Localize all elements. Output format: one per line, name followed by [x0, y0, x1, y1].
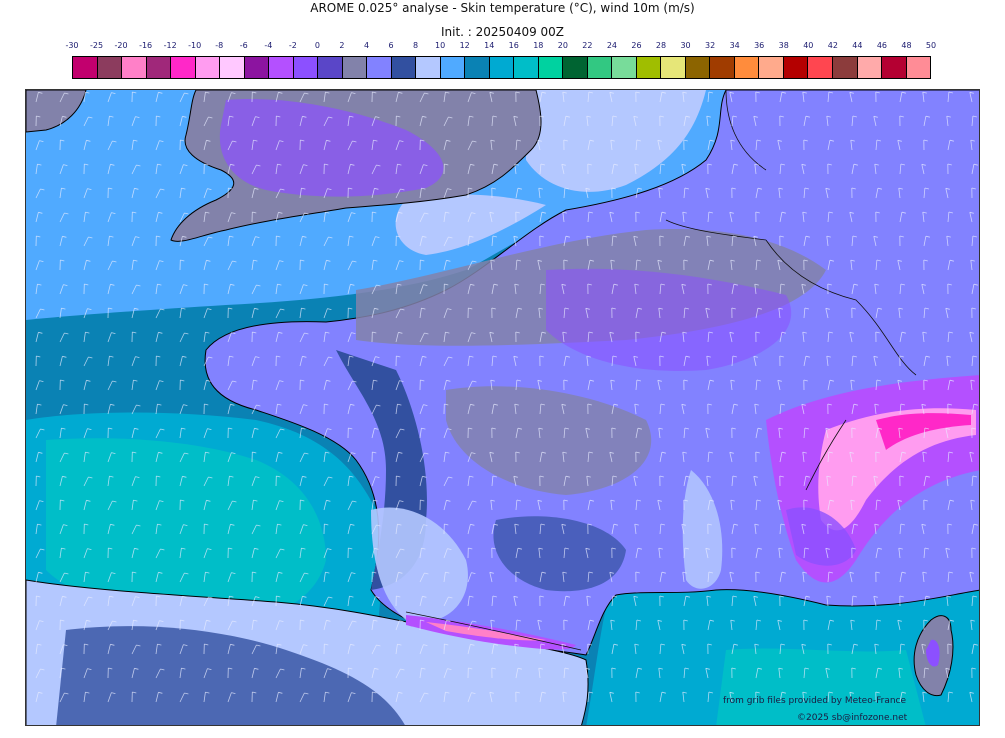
- colorbar-box: [122, 57, 147, 78]
- colorbar-tick-label: 38: [778, 41, 789, 50]
- colorbar-box: [538, 57, 564, 78]
- colorbar-box: [367, 57, 392, 78]
- colorbar-box: [171, 57, 196, 78]
- colorbar-box: [465, 57, 490, 78]
- colorbar-tick-label: 18: [533, 41, 544, 50]
- colorbar-tick-label: 24: [606, 41, 618, 50]
- colorbar-box: [685, 57, 711, 78]
- colorbar-tick-label: -30: [65, 41, 79, 50]
- colorbar-box: [832, 57, 858, 78]
- colorbar-tick-label: -20: [114, 41, 128, 50]
- colorbar-tick-label: 36: [754, 41, 765, 50]
- colorbar-tick-label: 28: [655, 41, 667, 50]
- colorbar-box: [391, 57, 417, 78]
- colorbar-tick-label: -4: [264, 41, 273, 50]
- colorbar-tick-label: 50: [925, 41, 937, 50]
- colorbar-box: [97, 57, 123, 78]
- colorbar-box: [489, 57, 515, 78]
- colorbar-tick-label: 8: [413, 41, 419, 50]
- colorbar-box: [440, 57, 466, 78]
- colorbar-tick-label: -16: [139, 41, 153, 50]
- colorbar-tick-label: -25: [89, 41, 104, 50]
- colorbar-tick-label: 14: [484, 41, 495, 50]
- colorbar-box: [220, 57, 245, 78]
- colorbar-tick-label: 22: [582, 41, 593, 50]
- colorbar-tick-label: -6: [239, 41, 248, 50]
- colorbar-box: [710, 57, 735, 78]
- colorbar-box: [759, 57, 784, 78]
- colorbar-tick-label: 34: [729, 41, 740, 50]
- weather-map[interactable]: [25, 89, 980, 726]
- colorbar-tick-label: 40: [803, 41, 814, 50]
- colorbar-tick-label: 32: [705, 41, 716, 50]
- colorbar-box: [73, 57, 98, 78]
- colorbar-tick-label: 16: [508, 41, 519, 50]
- colorbar-tick-label: -8: [215, 41, 224, 50]
- colorbar-tick-label: 30: [680, 41, 691, 50]
- colorbar-box: [734, 57, 760, 78]
- colorbar-box: [318, 57, 343, 78]
- colorbar-tick-label: -10: [188, 41, 202, 50]
- colorbar-tick-label: 20: [557, 41, 568, 50]
- map-title: AROME 0.025° analyse - Skin temperature …: [310, 1, 695, 15]
- copyright-credit: ©2025 sb@infozone.net: [797, 713, 908, 723]
- colorbar-tick-label: 48: [901, 41, 912, 50]
- colorbar-box: [783, 57, 809, 78]
- colorbar-tick-label: 44: [852, 41, 863, 50]
- init-time: Init. : 20250409 00Z: [440, 25, 565, 39]
- colorbar-tick-label: 2: [339, 41, 345, 50]
- colorbar-box: [514, 57, 539, 78]
- colorbar-tick-label: 4: [363, 41, 370, 50]
- colorbar-box: [342, 57, 368, 78]
- colorbar-box: [808, 57, 833, 78]
- colorbar-box: [906, 57, 931, 78]
- colorbar-tick-label: -2: [288, 41, 297, 50]
- colorbar-box: [195, 57, 221, 78]
- colorbar-box: [612, 57, 637, 78]
- colorbar-box: [146, 57, 172, 78]
- colorbar-box: [563, 57, 588, 78]
- map-canvas: [26, 90, 979, 725]
- colorbar-tick-label: 42: [827, 41, 838, 50]
- colorbar-tick-label: 12: [459, 41, 470, 50]
- colorbar-box: [857, 57, 883, 78]
- colorbar-box: [587, 57, 613, 78]
- colorbar-tick-label: 6: [388, 41, 394, 50]
- colorbar-box: [416, 57, 441, 78]
- colorbar-tick-labels: -30 -25 -20 -16 -12 -10 -8 -6 -4 -2 0 2 4 6 8 10 12 14 16 1…: [0, 41, 1005, 53]
- colorbar-box: [882, 57, 907, 78]
- colorbar-box: [269, 57, 294, 78]
- data-source-credit: from grib files provided by Meteo-France: [723, 696, 907, 706]
- colorbar-tick-label: 26: [631, 41, 642, 50]
- temperature-colorbar: [72, 56, 931, 79]
- colorbar-tick-label: 0: [314, 41, 320, 50]
- colorbar-tick-label: 46: [876, 41, 887, 50]
- colorbar-box: [244, 57, 270, 78]
- colorbar-box: [293, 57, 319, 78]
- colorbar-tick-label: 10: [435, 41, 446, 50]
- colorbar-tick-label: -12: [163, 41, 177, 50]
- colorbar-box: [661, 57, 686, 78]
- colorbar-box: [636, 57, 662, 78]
